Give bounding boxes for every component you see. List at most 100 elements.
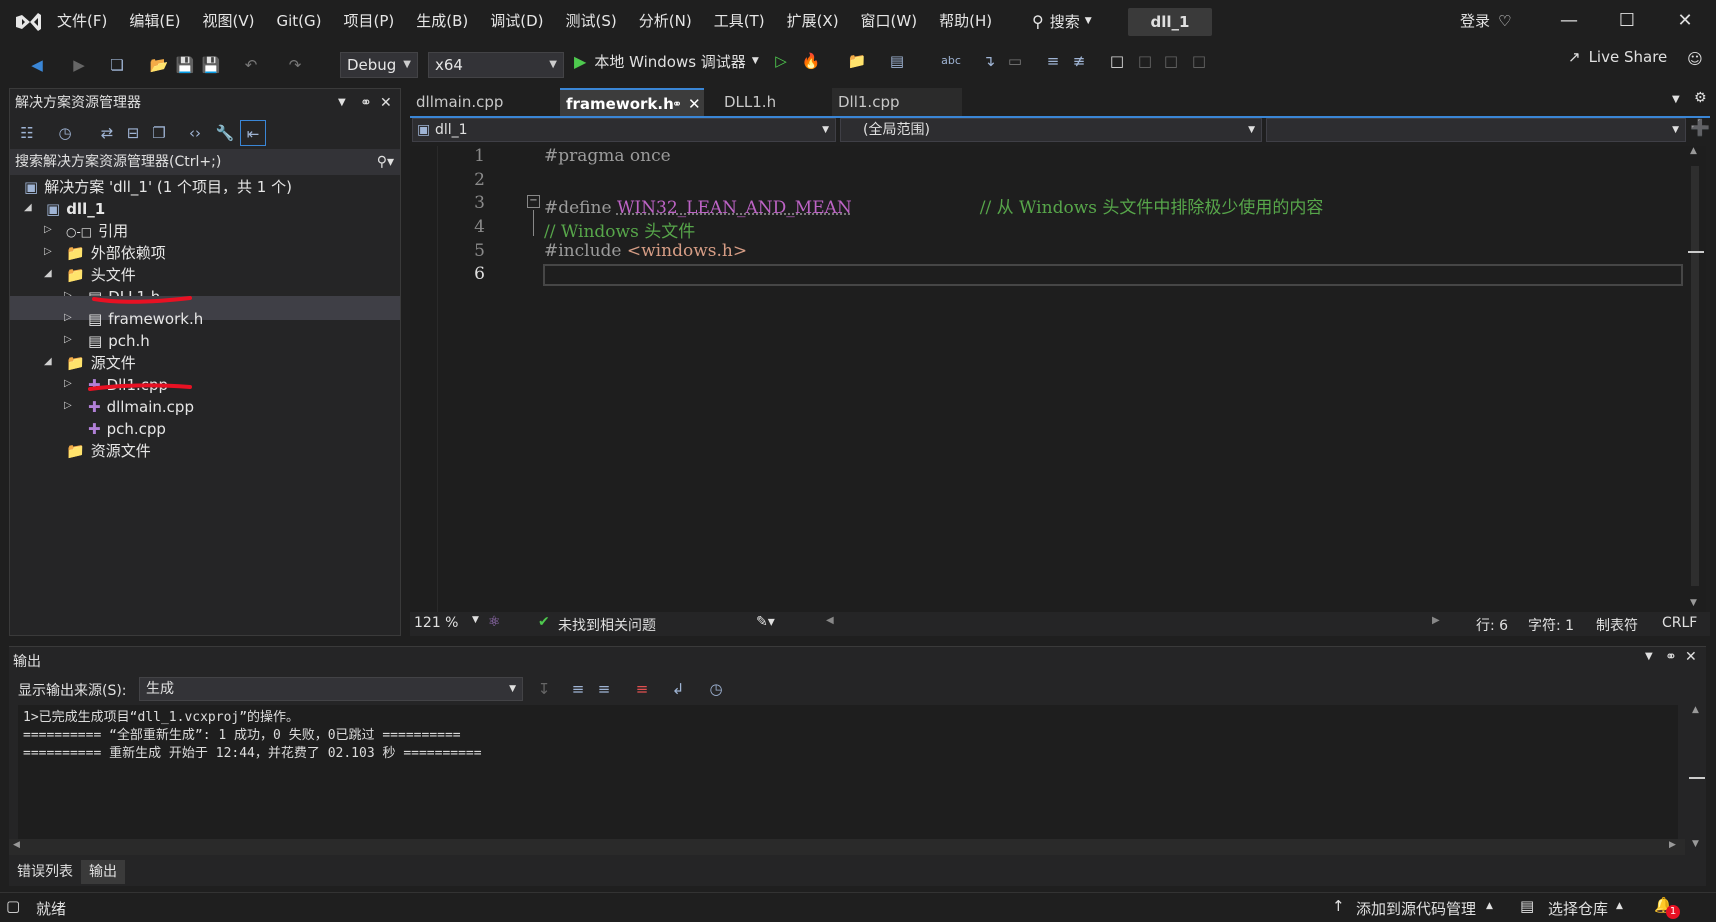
menu-analyze[interactable]: 分析(N) (628, 0, 703, 42)
history-icon[interactable]: ◷ (54, 122, 76, 144)
chevron-up-icon[interactable]: ▲ (1616, 901, 1623, 911)
save-icon[interactable]: 💾 (174, 54, 196, 76)
layout-icon[interactable]: ▤ (886, 50, 908, 72)
menu-project[interactable]: 项目(P) (333, 0, 406, 42)
output-horizontal-scrollbar[interactable]: ◀ ▶ (9, 839, 1685, 855)
forward-icon[interactable]: ▶ (68, 54, 90, 76)
chevron-down-icon[interactable]: ▼ (472, 615, 479, 625)
collapse-region-icon[interactable]: − (527, 195, 540, 208)
scroll-up-icon[interactable]: ▲ (1690, 146, 1697, 156)
tree-solution[interactable]: ▣ 解决方案 'dll_1' (1 个项目，共 1 个) (24, 175, 292, 199)
search-button[interactable]: ⚲ 搜索 ▼ (1032, 10, 1092, 32)
comment-icon[interactable]: ≢ (1068, 50, 1090, 72)
tree-file-dllmain-cpp[interactable]: ✚ dllmain.cpp (88, 395, 194, 419)
menu-build[interactable]: 生成(B) (405, 0, 479, 42)
menu-view[interactable]: 视图(V) (192, 0, 266, 42)
tree-sources-folder[interactable]: 📁 源文件 (66, 351, 136, 375)
close-icon[interactable]: ✕ (688, 90, 701, 118)
scroll-right-icon[interactable]: ▶ (1432, 615, 1440, 626)
tree-file-framework-h[interactable]: ▤ framework.h (88, 307, 203, 331)
scroll-left-icon[interactable]: ◀ (13, 840, 20, 850)
new-project-icon[interactable]: ❏ (106, 54, 128, 76)
chevron-up-icon[interactable]: ▲ (1486, 901, 1493, 911)
split-icon[interactable]: ➕ (1690, 118, 1710, 137)
close-icon[interactable]: ✕ (1685, 649, 1697, 665)
go-to-location-icon[interactable]: ↧ (533, 678, 555, 700)
menu-debug[interactable]: 调试(D) (479, 0, 554, 42)
line-indicator[interactable]: 行: 6 (1476, 615, 1508, 635)
menu-file[interactable]: 文件(F) (46, 0, 118, 42)
start-without-debugging-icon[interactable]: ▷ (770, 50, 792, 72)
start-debugging-button[interactable]: ▶ 本地 Windows 调试器 ▼ (574, 46, 759, 76)
scrollbar-track[interactable] (1691, 166, 1699, 586)
solution-folder-icon[interactable]: 📁 (846, 50, 868, 72)
step-icon[interactable]: ↴ (978, 50, 1000, 72)
feedback-icon[interactable]: ☺ (1684, 48, 1706, 70)
pin-icon[interactable]: ⚭ (672, 90, 682, 118)
add-to-source-control-button[interactable]: 添加到源代码管理 (1356, 898, 1476, 919)
close-icon[interactable]: ✕ (380, 89, 392, 117)
scroll-left-icon[interactable]: ◀ (826, 615, 834, 626)
menu-edit[interactable]: 编辑(E) (118, 0, 191, 42)
close-button[interactable]: ✕ (1670, 8, 1700, 34)
show-all-files-icon[interactable]: ❐ (148, 122, 170, 144)
select-repository-button[interactable]: 选择仓库 (1548, 898, 1608, 919)
issues-status[interactable]: 未找到相关问题 (558, 615, 656, 635)
save-all-icon[interactable]: 💾 (200, 54, 222, 76)
minimize-button[interactable]: — (1554, 8, 1584, 34)
menu-window[interactable]: 窗口(W) (850, 0, 929, 42)
tab-dll1-h[interactable]: DLL1.h (718, 88, 828, 116)
pin-icon[interactable]: ⚭ (360, 89, 372, 117)
indent-mode[interactable]: 制表符 (1596, 615, 1638, 635)
scroll-up-icon[interactable]: ▲ (1692, 705, 1699, 715)
tab-framework-h[interactable]: framework.h ⚭ ✕ (560, 88, 704, 116)
tab-list-dropdown-icon[interactable]: ▼ (1672, 94, 1680, 105)
prev-message-icon[interactable]: ≡ (567, 678, 589, 700)
tab-dllmain-cpp[interactable]: dllmain.cpp (410, 88, 554, 116)
hot-reload-icon[interactable]: 🔥 (800, 50, 822, 72)
back-icon[interactable]: ◀ (26, 54, 48, 76)
copilot-icon[interactable]: ⚛ (488, 614, 501, 630)
tab-dll1-cpp[interactable]: Dll1.cpp (832, 88, 962, 116)
menu-git[interactable]: Git(G) (266, 0, 333, 42)
menu-test[interactable]: 测试(S) (555, 0, 628, 42)
tab-error-list[interactable]: 错误列表 (9, 860, 81, 884)
code-view-icon[interactable]: ‹› (184, 122, 206, 144)
collapsed-arrow-icon[interactable]: ▷ (44, 224, 52, 235)
member-select[interactable]: ▼ (1266, 118, 1686, 142)
collapse-all-icon[interactable]: ⊟ (122, 122, 144, 144)
word-wrap-icon[interactable]: ↲ (667, 678, 689, 700)
clock-icon[interactable]: ◷ (705, 678, 727, 700)
expanded-arrow-icon[interactable]: ◢ (24, 202, 32, 213)
tree-file-pch-cpp[interactable]: ✚ pch.cpp (88, 417, 166, 441)
chevron-down-icon[interactable]: ▼ (1645, 651, 1653, 662)
menu-extensions[interactable]: 扩展(X) (776, 0, 850, 42)
tree-project[interactable]: ▣ dll_1 (46, 197, 105, 221)
prev-bookmark-icon[interactable]: □ (1134, 50, 1156, 72)
scroll-down-icon[interactable]: ▼ (1690, 598, 1697, 608)
next-message-icon[interactable]: ≡ (593, 678, 615, 700)
chevron-down-icon[interactable]: ▼ (338, 89, 346, 117)
configuration-select[interactable]: Debug ▼ (340, 52, 418, 78)
clear-bookmarks-icon[interactable]: □ (1188, 50, 1210, 72)
output-vertical-scrollbar[interactable]: ▲ ▼ (1689, 705, 1705, 853)
project-scope-select[interactable]: ▣ dll_1 ▼ (412, 118, 836, 142)
char-indicator[interactable]: 字符: 1 (1528, 615, 1574, 635)
tree-external-deps[interactable]: 📁 外部依赖项 (66, 241, 166, 265)
tree-file-pch-h[interactable]: ▤ pch.h (88, 329, 150, 353)
sync-icon[interactable]: ⇄ (96, 122, 118, 144)
collapsed-arrow-icon[interactable]: ▷ (64, 334, 72, 345)
menu-help[interactable]: 帮助(H) (928, 0, 1003, 42)
collapsed-arrow-icon[interactable]: ▷ (64, 312, 72, 323)
editor-vertical-scrollbar[interactable]: ▲ ▼ (1684, 146, 1706, 612)
code-editor[interactable]: 1 2 3 4 5 6 #pragma once − #define WIN32… (410, 146, 1684, 612)
menu-tools[interactable]: 工具(T) (703, 0, 776, 42)
expanded-arrow-icon[interactable]: ◢ (44, 356, 52, 367)
collapsed-arrow-icon[interactable]: ▷ (44, 246, 52, 257)
next-bookmark-icon[interactable]: □ (1160, 50, 1182, 72)
solution-search-input[interactable]: 搜索解决方案资源管理器(Ctrl+;) ⚲▾ (10, 149, 400, 175)
maximize-button[interactable]: ☐ (1612, 8, 1642, 34)
spell-check-icon[interactable]: abc (940, 50, 962, 72)
preview-icon[interactable]: ⇤ (240, 120, 266, 146)
breakpoint-icon[interactable]: ▭ (1004, 50, 1026, 72)
